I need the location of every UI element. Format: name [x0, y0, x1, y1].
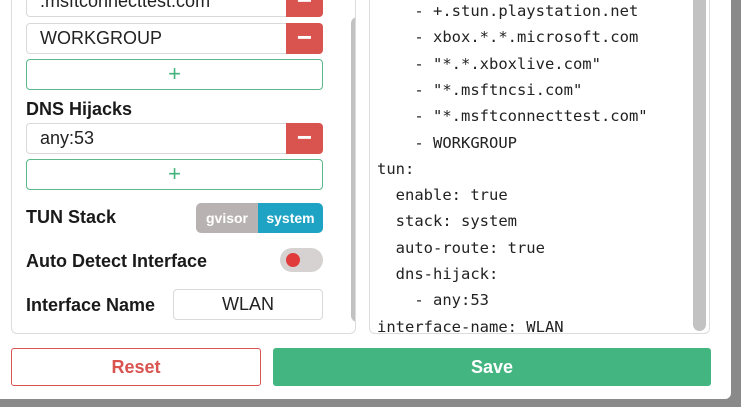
save-button[interactable]: Save: [273, 348, 711, 386]
fake-ip-filter-row: WORKGROUP −: [26, 23, 323, 54]
code-line: dns-hijack:: [377, 265, 499, 283]
tun-stack-selector: gvisor system: [196, 203, 323, 233]
tun-stack-option-system[interactable]: system: [258, 203, 323, 233]
dns-hijacks-label: DNS Hijacks: [26, 99, 133, 119]
code-line: interface-name: WLAN: [377, 317, 564, 334]
settings-dialog: .msftconnecttest.com − WORKGROUP − + DNS…: [0, 0, 731, 399]
switch-knob: [286, 253, 300, 267]
code-line: - any:53: [377, 291, 489, 310]
interface-name-label: Interface Name: [26, 295, 156, 315]
fake-ip-filter-input[interactable]: .msftconnecttest.com: [26, 0, 286, 17]
code-line: - WORKGROUP: [377, 133, 517, 152]
code-line: tun:: [377, 159, 415, 178]
code-line: auto-route: true: [377, 238, 545, 257]
fake-ip-filter-row: .msftconnecttest.com −: [26, 0, 323, 17]
auto-detect-switch[interactable]: [280, 248, 323, 272]
dns-hijack-row: any:53 −: [26, 123, 323, 154]
add-hijack-button[interactable]: +: [26, 159, 323, 190]
remove-hijack-button[interactable]: −: [286, 123, 323, 154]
form-scrollbar[interactable]: [351, 17, 355, 322]
code-line: - "*.msftconnecttest.com": [377, 107, 648, 126]
tun-stack-label: TUN Stack: [26, 207, 117, 227]
code-line: stack: system: [377, 212, 517, 231]
auto-detect-label: Auto Detect Interface: [26, 251, 208, 271]
settings-form-panel: .msftconnecttest.com − WORKGROUP − + DNS…: [11, 0, 356, 334]
code-line: - "*.msftncsi.com": [377, 80, 583, 99]
code-line: - xbox.*.*.microsoft.com: [377, 28, 639, 47]
reset-button[interactable]: Reset: [11, 348, 261, 386]
remove-filter-button[interactable]: −: [286, 0, 323, 17]
code-line: enable: true: [377, 186, 508, 205]
code-line: - "*.*.xboxlive.com": [377, 54, 601, 73]
add-filter-button[interactable]: +: [26, 59, 323, 90]
tun-stack-option-gvisor[interactable]: gvisor: [196, 203, 258, 233]
dns-hijack-input[interactable]: any:53: [26, 123, 286, 154]
fake-ip-filter-input[interactable]: WORKGROUP: [26, 23, 286, 54]
preview-scrollbar[interactable]: [693, 0, 706, 331]
code-line: - +.stun.playstation.net: [377, 2, 639, 20]
remove-filter-button[interactable]: −: [286, 23, 323, 54]
interface-name-input[interactable]: WLAN: [173, 289, 323, 320]
config-preview-panel: - +.stun.playstation.net - xbox.*.*.micr…: [369, 0, 710, 334]
